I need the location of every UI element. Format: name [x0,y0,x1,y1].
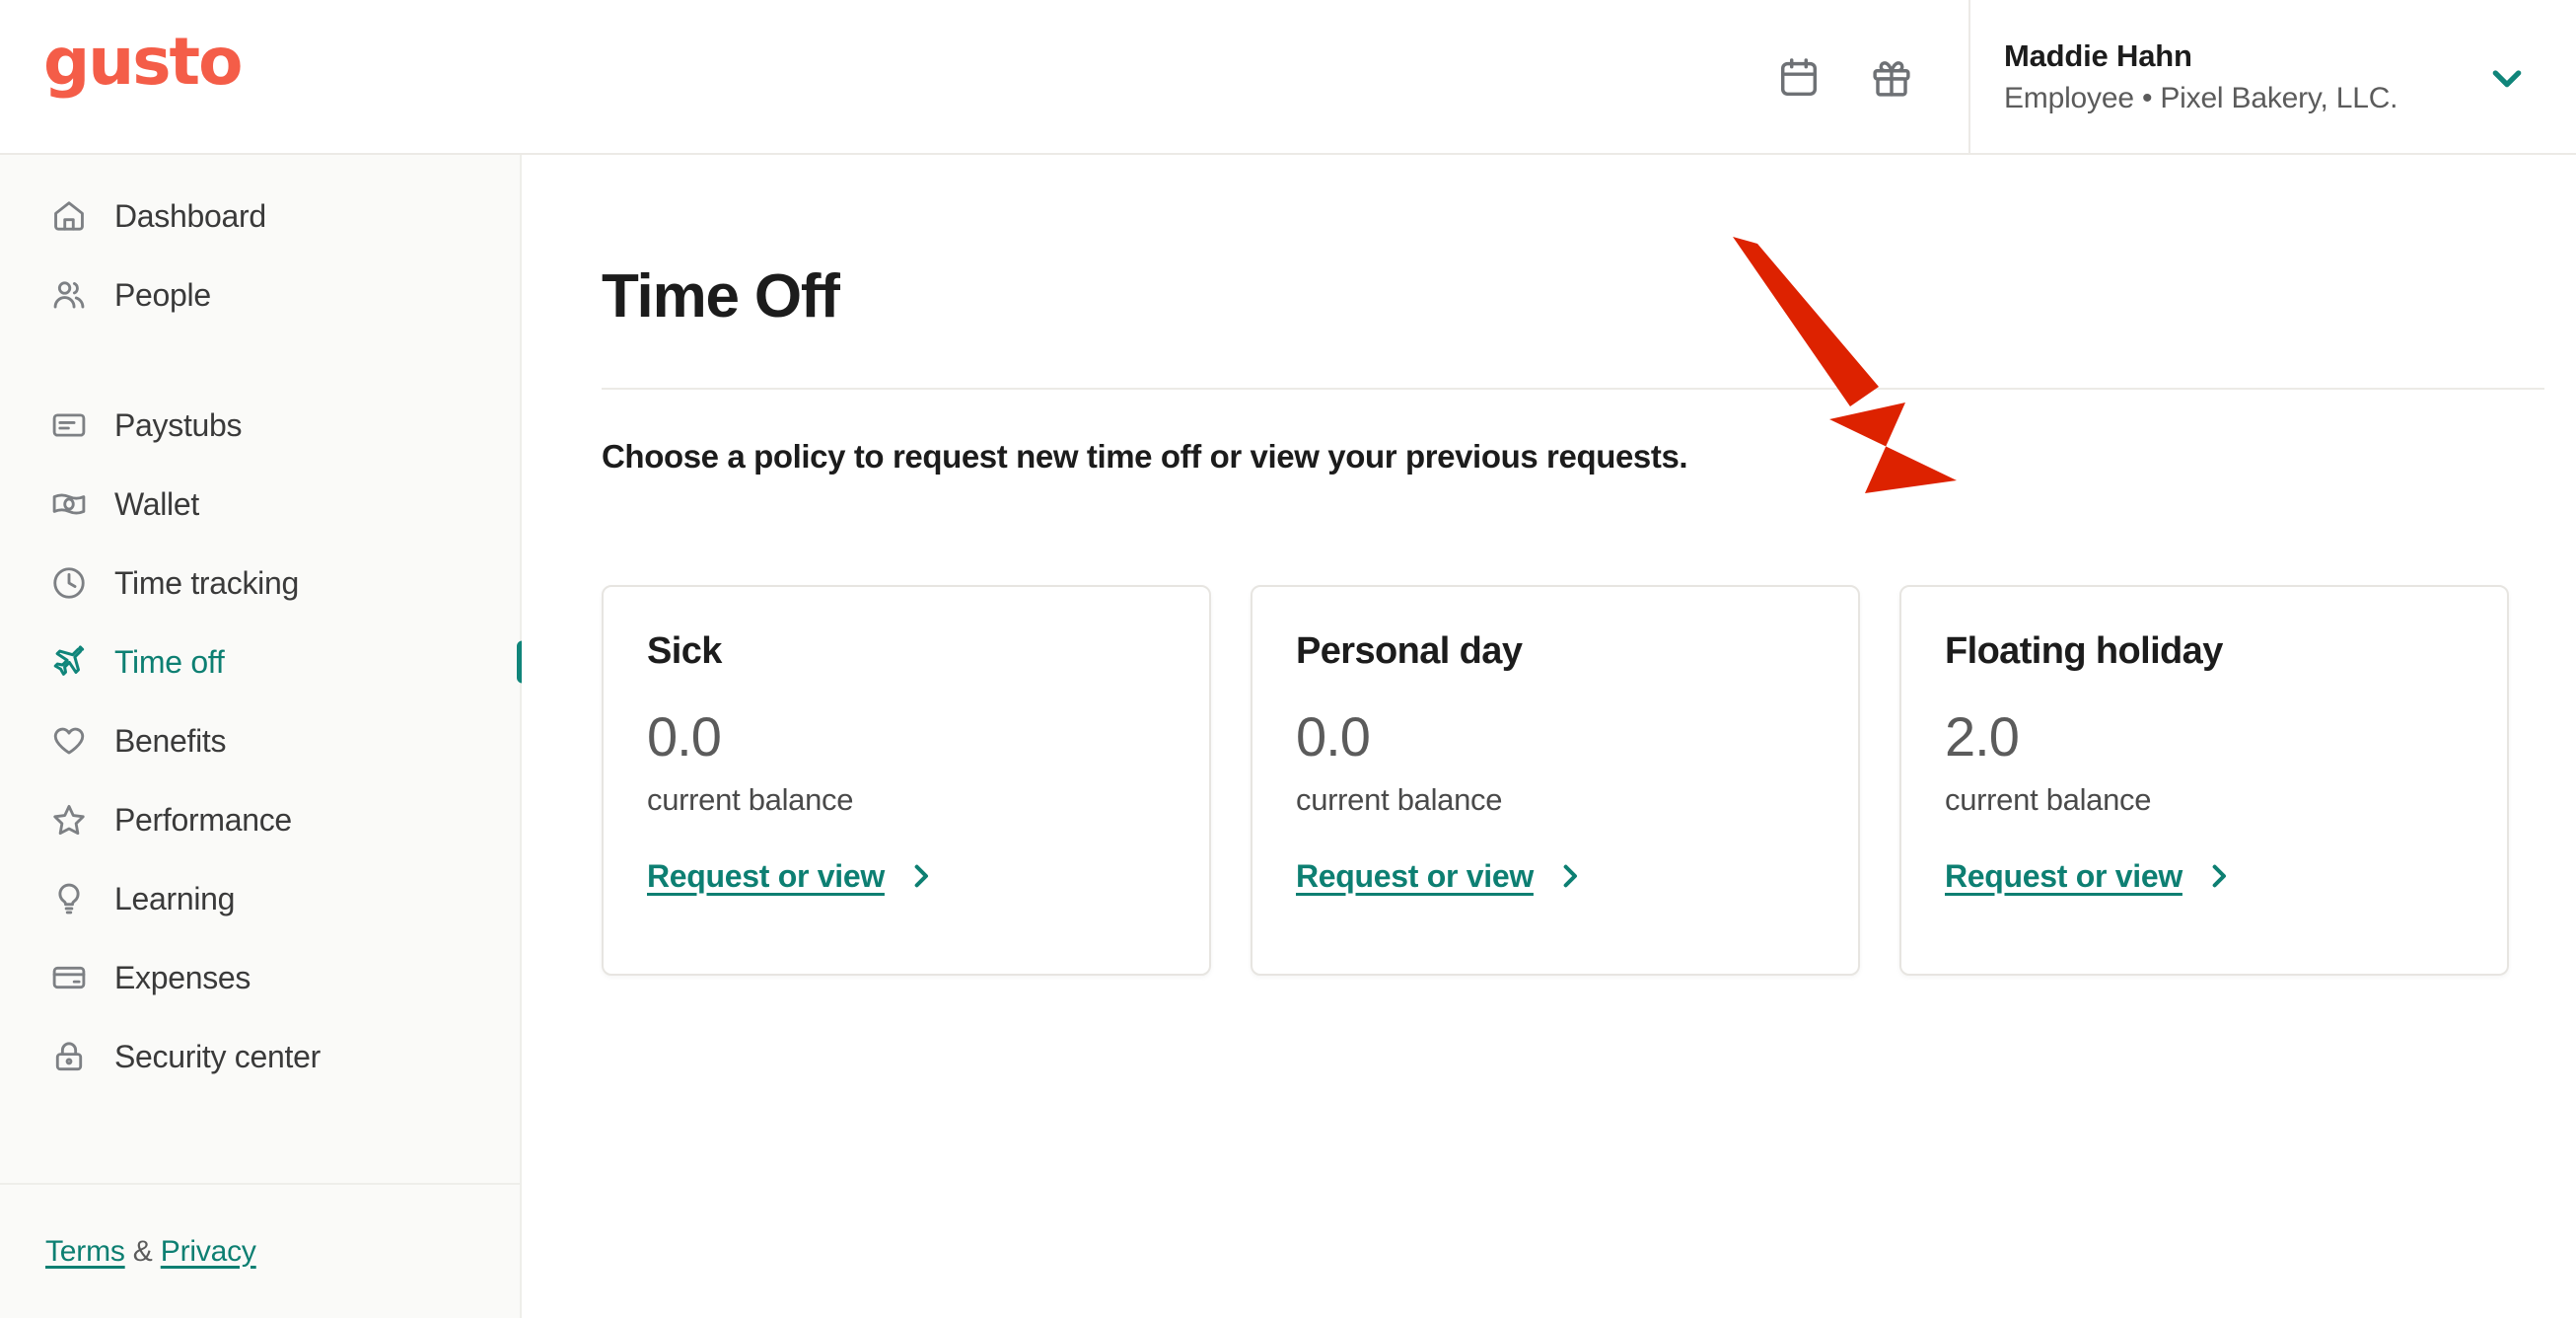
gusto-app-window: gusto Maddie Hahn Employee • Pixel Baker… [0,0,2576,1318]
user-name: Maddie Hahn [2004,38,2192,74]
top-header-bar: gusto Maddie Hahn Employee • Pixel Baker… [0,0,2576,155]
sidebar-item-benefits[interactable]: Benefits [0,701,520,780]
sidebar-item-time-off[interactable]: Time off [0,622,528,701]
nav-group-secondary: Paystubs Wallet Time tracking Time off B… [0,334,528,1096]
sidebar-item-label: Paystubs [114,407,243,443]
credit-card-icon [47,956,91,999]
policy-card-balance-label: current balance [647,782,854,817]
sidebar-item-label: Wallet [114,486,199,522]
sidebar-item-label: Learning [114,881,236,916]
sidebar-item-label: Time off [114,644,225,680]
chevron-right-icon [2204,861,2234,891]
user-role-company: Employee • Pixel Bakery, LLC. [2004,81,2398,114]
request-or-view-link[interactable]: Request or view [1945,860,2234,892]
lightbulb-icon [47,877,91,920]
sidebar-item-dashboard[interactable]: Dashboard [0,177,520,256]
request-or-view-label: Request or view [1945,858,2182,894]
gusto-logo[interactable]: gusto [43,30,243,95]
chevron-right-icon [906,861,936,891]
user-text-block: Maddie Hahn Employee • Pixel Bakery, LLC… [2004,37,2438,117]
sidebar-item-label: Performance [114,802,292,838]
policy-card-title: Personal day [1296,630,1523,672]
policy-card-floating-holiday[interactable]: Floating holiday 2.0 current balance Req… [1899,585,2509,976]
sidebar-item-paystubs[interactable]: Paystubs [0,386,520,465]
policy-card-personal-day[interactable]: Personal day 0.0 current balance Request… [1251,585,1860,976]
title-divider [602,388,2544,390]
policy-card-balance: 0.0 [647,705,722,768]
sidebar-item-label: People [114,277,211,313]
sidebar-item-label: Time tracking [114,565,299,601]
main-content-area: Time Off Choose a policy to request new … [522,155,2576,1318]
terms-link[interactable]: Terms [45,1235,125,1268]
request-or-view-link[interactable]: Request or view [647,860,936,892]
sidebar-item-security-center[interactable]: Security center [0,1017,520,1096]
gift-icon[interactable] [1866,52,1917,104]
heart-icon [47,719,91,763]
privacy-link[interactable]: Privacy [161,1235,256,1268]
left-sidebar-nav: Dashboard People Paystubs Wallet Time tr… [0,155,528,1318]
request-or-view-label: Request or view [647,858,885,894]
airplane-icon [47,640,91,684]
header-right-cluster: Maddie Hahn Employee • Pixel Bakery, LLC… [1773,0,2576,155]
people-icon [47,273,91,317]
policy-card-title: Floating holiday [1945,630,2223,672]
sidebar-item-wallet[interactable]: Wallet [0,465,520,544]
legal-links: Terms & Privacy [45,1235,256,1269]
star-icon [47,798,91,842]
policy-card-sick[interactable]: Sick 0.0 current balance Request or view [602,585,1211,976]
paystub-card-icon [47,403,91,447]
legal-separator: & [124,1234,161,1268]
sidebar-item-label: Security center [114,1039,321,1074]
home-icon [47,194,91,238]
request-or-view-label: Request or view [1296,858,1534,894]
user-account-menu[interactable]: Maddie Hahn Employee • Pixel Bakery, LLC… [1968,0,2576,155]
wallet-icon [47,482,91,526]
sidebar-footer: Terms & Privacy [0,1183,522,1318]
policy-card-title: Sick [647,630,722,672]
clock-icon [47,561,91,605]
lock-icon [47,1035,91,1078]
sidebar-item-label: Benefits [114,723,227,759]
policy-card-balance: 0.0 [1296,705,1371,768]
policy-card-balance: 2.0 [1945,705,2020,768]
sidebar-item-learning[interactable]: Learning [0,859,520,938]
sidebar-item-people[interactable]: People [0,256,520,334]
header-icon-group [1773,52,1968,104]
page-subtitle: Choose a policy to request new time off … [602,438,1688,475]
sidebar-item-performance[interactable]: Performance [0,780,520,859]
page-title: Time Off [602,262,840,330]
calendar-icon[interactable] [1773,52,1825,104]
sidebar-item-label: Dashboard [114,198,266,234]
sidebar-item-label: Expenses [114,960,251,995]
sidebar-item-time-tracking[interactable]: Time tracking [0,544,520,622]
policy-card-list: Sick 0.0 current balance Request or view… [602,585,2509,976]
request-or-view-link[interactable]: Request or view [1296,860,1585,892]
nav-group-primary: Dashboard People [0,155,520,334]
chevron-down-icon[interactable] [2487,58,2527,98]
chevron-right-icon [1555,861,1585,891]
policy-card-balance-label: current balance [1296,782,1503,817]
policy-card-balance-label: current balance [1945,782,2152,817]
sidebar-item-expenses[interactable]: Expenses [0,938,520,1017]
